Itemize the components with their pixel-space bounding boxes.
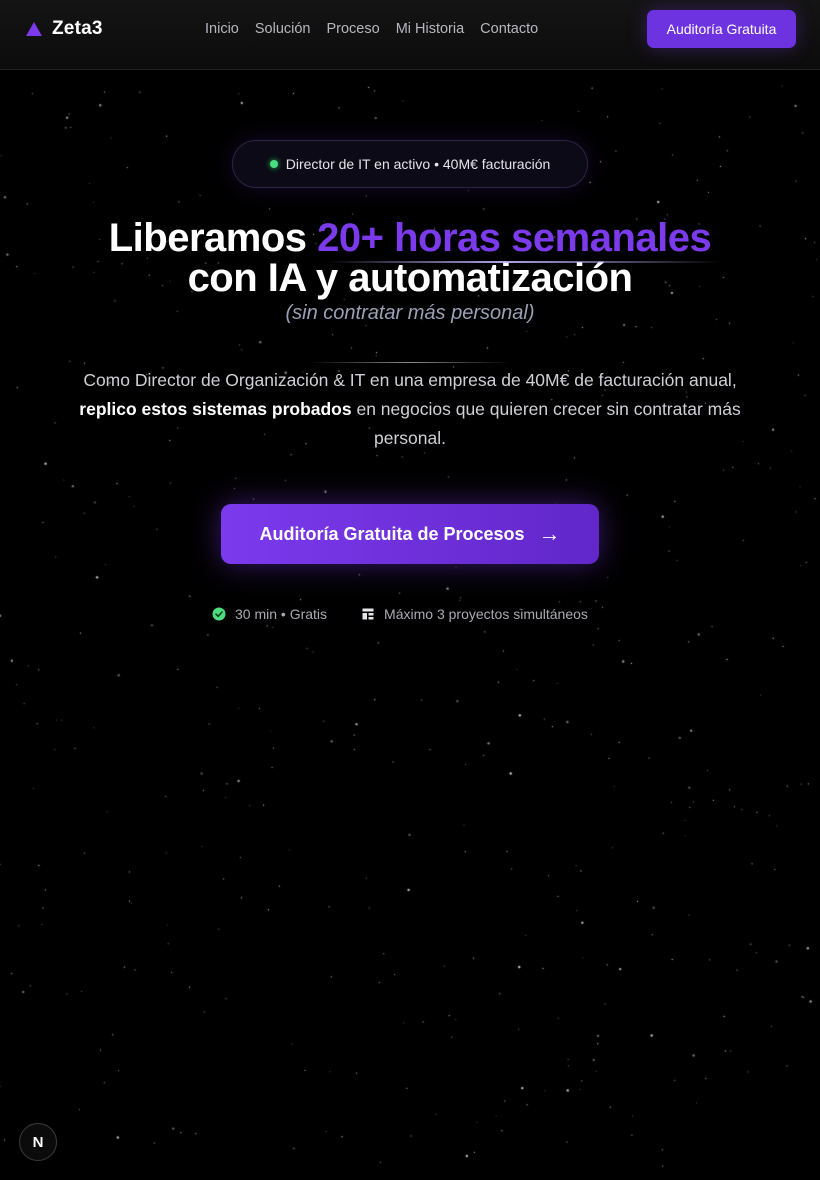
dev-indicator-button[interactable]: N (19, 1123, 57, 1161)
nav-link-contacto[interactable]: Contacto (480, 21, 538, 37)
nav-link-mi-historia[interactable]: Mi Historia (396, 21, 464, 37)
brand-name: Zeta3 (52, 18, 103, 39)
hero-description: Como Director de Organización & IT en un… (70, 366, 750, 453)
cta-label: Auditoría Gratuita de Procesos (259, 523, 525, 544)
audit-cta-button[interactable]: Auditoría Gratuita de Procesos → (221, 504, 599, 564)
arrow-right-icon: → (538, 521, 561, 546)
description-strong: replico estos sistemas probados (79, 399, 352, 419)
nav-audit-button[interactable]: Auditoría Gratuita (647, 10, 796, 48)
nav-link-inicio[interactable]: Inicio (205, 21, 239, 37)
page: Zeta3 Inicio Solución Proceso Mi Histori… (0, 0, 820, 1180)
description-line-1: Como Director de Organización & IT en un… (83, 370, 737, 390)
headline-line-2: con IA y automatización (187, 256, 633, 300)
divider (310, 362, 510, 363)
nav-link-solucion[interactable]: Solución (255, 21, 311, 37)
meta-time: 30 min • Gratis (212, 606, 327, 622)
hero-headline: Liberamos 20+ horas semanales con IA y a… (0, 218, 820, 298)
hero-subhead: (sin contratar más personal) (285, 302, 535, 324)
top-nav: Zeta3 Inicio Solución Proceso Mi Histori… (0, 0, 820, 70)
meta-projects-text: Máximo 3 proyectos simultáneos (384, 606, 588, 622)
status-badge: Director de IT en activo • 40M€ facturac… (232, 140, 588, 188)
status-dot-icon (269, 160, 278, 168)
hero-meta: 30 min • Gratis Máximo 3 proyectos simul… (212, 606, 588, 622)
brand[interactable]: Zeta3 (26, 18, 103, 40)
headline-start: Liberamos (108, 216, 318, 260)
status-badge-text: Director de IT en activo • 40M€ facturac… (285, 156, 551, 172)
description-rest: en negocios que quieren crecer sin contr… (351, 399, 741, 448)
nav-link-proceso[interactable]: Proceso (326, 21, 379, 37)
layout-icon (362, 608, 374, 620)
headline-highlight: 20+ horas semanales (317, 216, 712, 260)
nav-links: Inicio Solución Proceso Mi Historia Cont… (205, 21, 538, 37)
triangle-logo-icon (26, 22, 42, 36)
check-circle-icon (212, 607, 226, 621)
meta-time-text: 30 min • Gratis (235, 606, 328, 622)
meta-projects: Máximo 3 proyectos simultáneos (361, 606, 588, 622)
headline-line-1: Liberamos 20+ horas semanales (0, 218, 820, 258)
